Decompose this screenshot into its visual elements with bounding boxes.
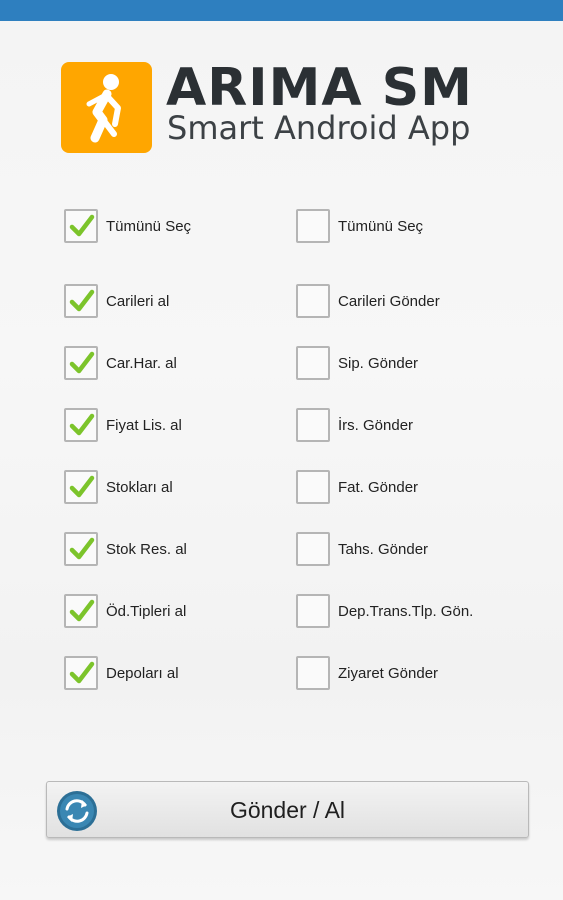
checkbox[interactable] [296,532,330,566]
checkbox-row-stoklari-al[interactable]: Stokları al [64,468,173,506]
checkmark-icon [69,599,95,622]
checkbox[interactable] [296,408,330,442]
checkbox[interactable] [64,408,98,442]
checkbox-row-irs-gonder[interactable]: İrs. Gönder [296,406,413,444]
checkbox-label: Ziyaret Gönder [338,664,439,682]
checkbox-row-ziyaret-gonder[interactable]: Ziyaret Gönder [296,654,438,692]
checkbox-label: Carileri Gönder [338,292,440,310]
checkbox-row-dep-trans-tlp-gon[interactable]: Dep.Trans.Tlp. Gön. [296,592,473,630]
checkbox[interactable] [64,532,98,566]
checkbox-row-stok-res-al[interactable]: Stok Res. al [64,530,187,568]
checkbox-row-fiyat-lis-al[interactable]: Fiyat Lis. al [64,406,182,444]
checkbox[interactable] [296,209,330,243]
status-bar [0,0,563,21]
checkbox-row-tahs-gonder[interactable]: Tahs. Gönder [296,530,428,568]
checkbox[interactable] [296,470,330,504]
checkbox-row-fat-gonder[interactable]: Fat. Gönder [296,468,418,506]
checkbox[interactable] [296,284,330,318]
checkbox-row-select-all-receive[interactable]: Tümünü Seç [64,207,191,245]
checkbox-label: Fiyat Lis. al [106,416,182,434]
checkbox[interactable] [296,346,330,380]
checkbox-label: Car.Har. al [106,354,177,372]
checkbox-row-sip-gonder[interactable]: Sip. Gönder [296,344,418,382]
checkbox[interactable] [64,470,98,504]
checkbox-label: Öd.Tipleri al [106,602,187,620]
checkbox-label: Carileri al [106,292,170,310]
checkbox-label: Stok Res. al [106,540,187,558]
app-logo [61,62,152,153]
checkmark-icon [69,661,95,684]
checkmark-icon [69,475,95,498]
checkmark-icon [69,537,95,560]
checkbox-label: Depoları al [106,664,179,682]
checkbox[interactable] [64,656,98,690]
checkbox[interactable] [296,656,330,690]
checkbox-label: Tümünü Seç [106,217,192,235]
checkmark-icon [69,413,95,436]
checkbox-row-select-all-send[interactable]: Tümünü Seç [296,207,423,245]
checkbox[interactable] [64,346,98,380]
checkbox-label: Fat. Gönder [338,478,419,496]
checkbox-label: Tahs. Gönder [338,540,429,558]
checkbox[interactable] [64,594,98,628]
checkbox-row-depolari-al[interactable]: Depoları al [64,654,179,692]
checkbox[interactable] [64,209,98,243]
running-man-icon [86,74,121,143]
checkbox-label: Tümünü Seç [338,217,424,235]
checkbox-label: İrs. Gönder [338,416,414,434]
checkbox-label: Sip. Gönder [338,354,419,372]
send-receive-button[interactable]: Gönder / Al [46,781,529,838]
checkbox-row-carileri-gonder[interactable]: Carileri Gönder [296,282,440,320]
send-receive-button-label: Gönder / Al [229,797,346,823]
checkmark-icon [69,214,95,237]
checkbox-label: Dep.Trans.Tlp. Gön. [338,602,474,620]
checkbox-row-carileri-al[interactable]: Carileri al [64,282,169,320]
checkbox-row-car-har-al[interactable]: Car.Har. al [64,344,177,382]
checkbox-row-od-tipleri-al[interactable]: Öd.Tipleri al [64,592,186,630]
checkbox-label: Stokları al [106,478,173,496]
checkmark-icon [69,289,95,312]
checkbox[interactable] [64,284,98,318]
app-subtitle: Smart Android App [167,109,471,147]
checkmark-icon [69,351,95,374]
checkbox[interactable] [296,594,330,628]
